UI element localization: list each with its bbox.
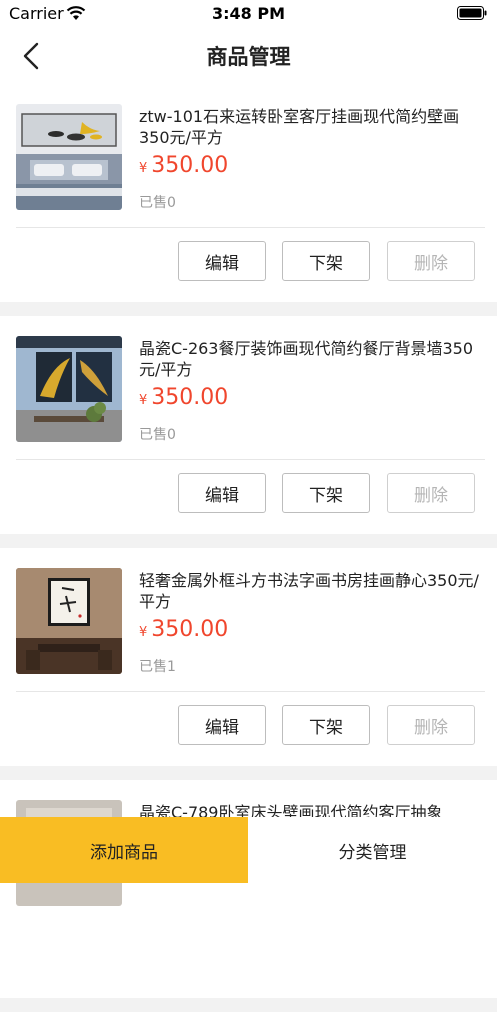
currency-symbol: ¥ xyxy=(139,625,148,640)
delete-button[interactable]: 删除 xyxy=(387,473,475,513)
edit-button[interactable]: 编辑 xyxy=(178,705,266,745)
product-name: 晶瓷C-263餐厅装饰画现代简约餐厅背景墙350元/平方 xyxy=(139,339,474,379)
bedroom-painting-image xyxy=(16,104,122,210)
product-image[interactable] xyxy=(16,336,122,442)
divider xyxy=(16,227,485,228)
divider xyxy=(16,691,485,692)
product-name: ztw-101石来运转卧室客厅挂画现代简约壁画350元/平方 xyxy=(139,107,460,147)
price-value: 350.00 xyxy=(151,153,229,178)
dining-painting-image xyxy=(16,336,122,442)
clock: 3:48 PM xyxy=(211,4,285,23)
category-management-button[interactable]: 分类管理 xyxy=(248,817,497,883)
currency-symbol: ¥ xyxy=(139,161,148,176)
off-shelf-button[interactable]: 下架 xyxy=(282,473,370,513)
product-image[interactable] xyxy=(16,568,122,674)
off-shelf-button[interactable]: 下架 xyxy=(282,241,370,281)
product-price: ¥350.00 xyxy=(139,617,228,642)
nav-bar: 商品管理 xyxy=(0,28,497,84)
page-title: 商品管理 xyxy=(206,45,291,69)
edit-button[interactable]: 编辑 xyxy=(178,473,266,513)
add-product-button[interactable]: 添加商品 xyxy=(0,817,248,883)
product-card: 轻奢金属外框斗方书法字画书房挂画静心350元/平方 ¥350.00 已售1 编辑… xyxy=(0,548,497,766)
sold-count: 已售1 xyxy=(139,659,176,675)
calligraphy-painting-image xyxy=(16,568,122,674)
product-price: ¥350.00 xyxy=(139,153,228,178)
currency-symbol: ¥ xyxy=(139,393,148,408)
battery-icon xyxy=(457,6,487,20)
sold-count: 已售0 xyxy=(139,427,176,443)
divider xyxy=(16,459,485,460)
product-card: 晶瓷C-263餐厅装饰画现代简约餐厅背景墙350元/平方 ¥350.00 已售0… xyxy=(0,316,497,534)
product-card: ztw-101石来运转卧室客厅挂画现代简约壁画350元/平方 ¥350.00 已… xyxy=(0,84,497,302)
off-shelf-button[interactable]: 下架 xyxy=(282,705,370,745)
price-value: 350.00 xyxy=(151,385,229,410)
product-price: ¥350.00 xyxy=(139,385,228,410)
delete-button[interactable]: 删除 xyxy=(387,241,475,281)
delete-button[interactable]: 删除 xyxy=(387,705,475,745)
product-image[interactable] xyxy=(16,104,122,210)
bottom-action-bar: 添加商品 分类管理 xyxy=(0,817,497,883)
product-name: 轻奢金属外框斗方书法字画书房挂画静心350元/平方 xyxy=(139,571,479,611)
sold-count: 已售0 xyxy=(139,195,176,211)
price-value: 350.00 xyxy=(151,617,229,642)
product-card: 晶瓷C-789卧室床头壁画现代简约客厅抽象 xyxy=(0,780,497,998)
status-bar: Carrier 3:48 PM xyxy=(0,0,497,28)
edit-button[interactable]: 编辑 xyxy=(178,241,266,281)
